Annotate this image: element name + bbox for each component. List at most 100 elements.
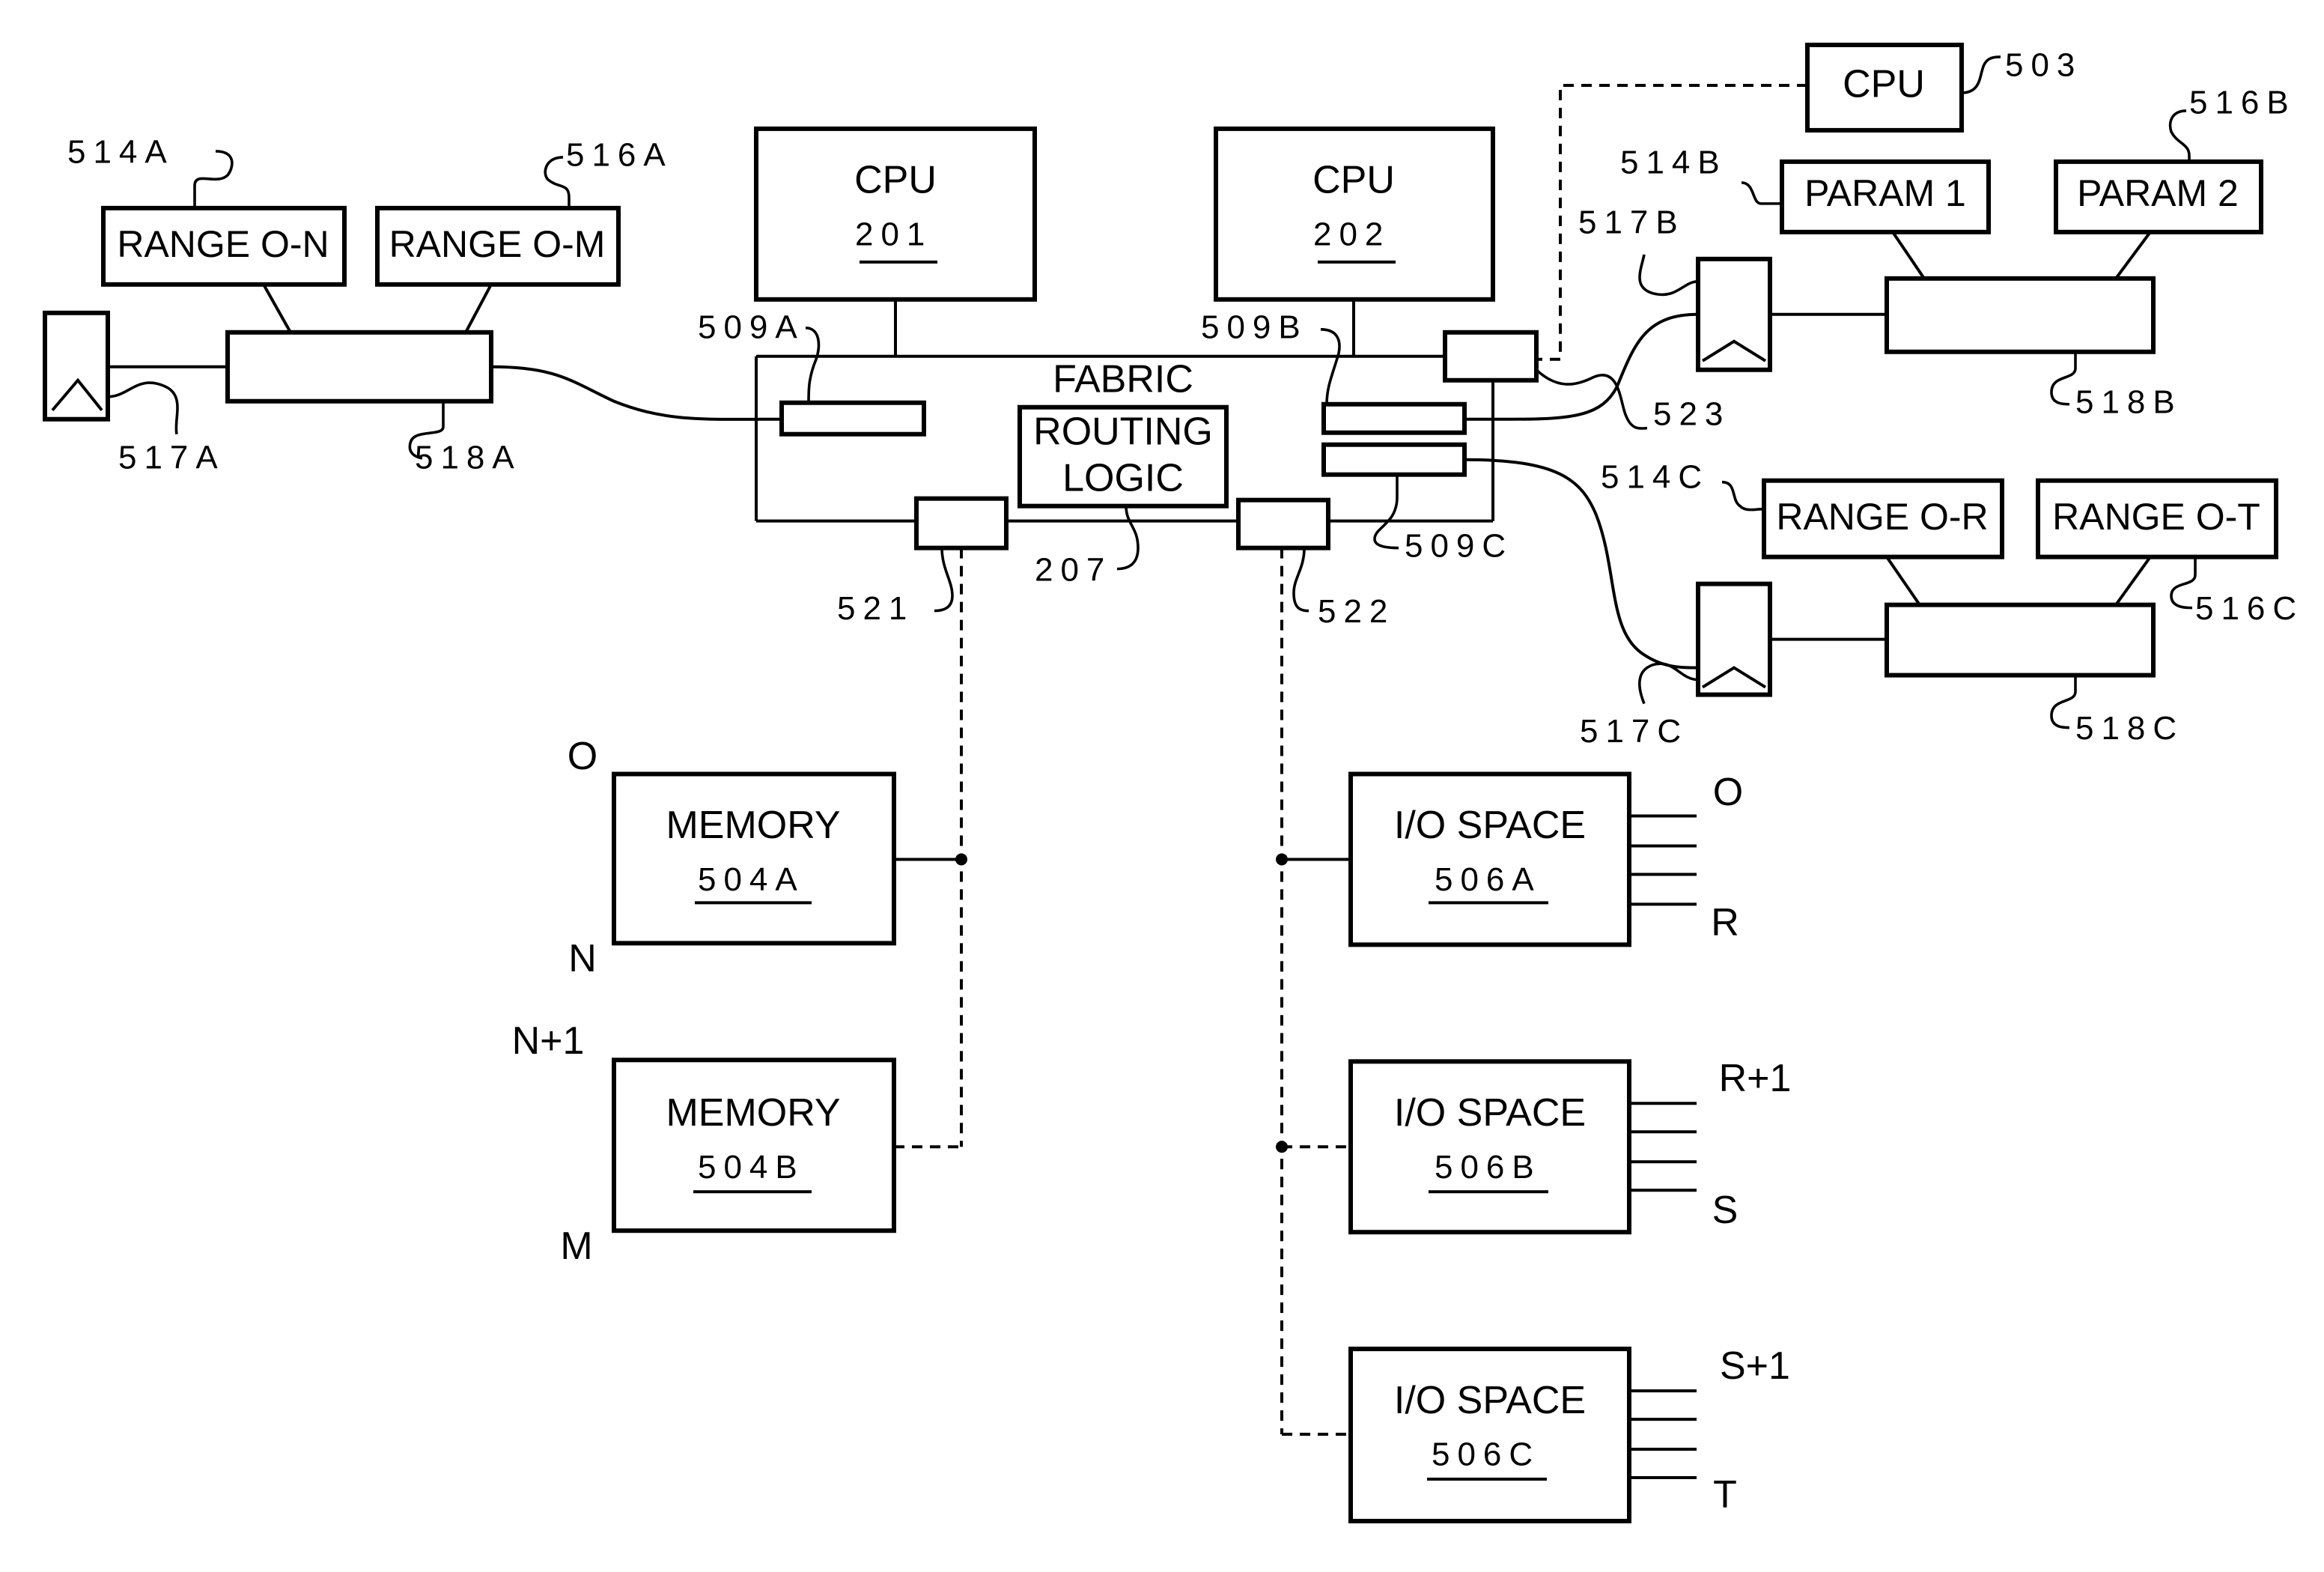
io-506a-range-start: O (1713, 771, 1743, 814)
group-c: RANGE O-R RANGE O-T 514C 516C 517C 518C (1580, 458, 2304, 750)
ref-517b: 517B (1578, 204, 1685, 240)
table-518b (1885, 276, 2156, 354)
ref-516b: 516B (2189, 85, 2296, 121)
ref-514b: 514B (1620, 145, 1727, 181)
memory-bus (894, 547, 967, 1149)
leader-514c (1721, 480, 1765, 512)
leader-207 (1116, 506, 1140, 571)
cpu-201-ref: 201 (855, 216, 932, 252)
io-space-506a: I/O SPACE 506A O R (1348, 771, 1743, 947)
ref-509b: 509B (1201, 309, 1308, 345)
cpu-202-box (1214, 126, 1495, 302)
io-506c-range-end: T (1713, 1473, 1737, 1517)
io-bus (1276, 547, 1351, 1436)
param-514a-label: RANGE O-N (117, 223, 329, 265)
io-506b-address-lines (1629, 1102, 1697, 1192)
io-506b-title: I/O SPACE (1394, 1091, 1586, 1135)
ref-516a: 516A (566, 137, 673, 174)
ref-517c: 517C (1580, 713, 1688, 750)
leader-509c (1373, 474, 1399, 550)
leader-514b (1741, 181, 1782, 205)
ref-509a: 509A (698, 309, 805, 345)
ref-207: 207 (1035, 551, 1112, 588)
cpu-201-title: CPU (854, 159, 937, 202)
ref-517a: 517A (118, 439, 225, 476)
io-506c-title: I/O SPACE (1394, 1379, 1586, 1422)
port-509a (779, 400, 926, 437)
memory-504b-box (612, 1057, 896, 1233)
group-b: PARAM 1 PARAM 2 514B 516B 517B 518B (1578, 85, 2296, 421)
port-509b (1321, 401, 1467, 435)
param-514b-label: PARAM 1 (1804, 172, 1966, 214)
ref-514c: 514C (1601, 458, 1709, 495)
device-517a (43, 310, 110, 422)
leader-517b (1638, 254, 1699, 297)
io-506c-address-lines (1629, 1389, 1697, 1480)
port-521 (914, 496, 1009, 550)
link-516a-518a (464, 283, 493, 333)
io-506a-range-end: R (1711, 901, 1739, 944)
memory-504a-range-end: N (568, 937, 597, 980)
link-516b-518b (2114, 231, 2152, 280)
memory-504b-ref: 504B (698, 1149, 805, 1186)
memory-504b-range-start: N+1 (512, 1019, 585, 1063)
ref-518b: 518B (2075, 383, 2182, 420)
ref-503: 503 (2005, 47, 2082, 84)
leader-516c (2170, 556, 2197, 610)
memory-504b-title: MEMORY (666, 1091, 841, 1135)
param-514c-label: RANGE O-R (1776, 496, 1988, 538)
io-506c-box (1348, 1347, 1631, 1524)
io-506c-range-start: S+1 (1720, 1344, 1790, 1388)
link-516c-518c (2114, 556, 2152, 606)
ref-514a: 514A (67, 134, 174, 171)
routing-logic-line1: ROUTING (1033, 410, 1213, 453)
port-522 (1236, 497, 1330, 550)
io-space-506c: I/O SPACE 506C S+1 T (1348, 1344, 1790, 1524)
link-514a-518a (262, 283, 292, 333)
device-517c (1696, 581, 1772, 697)
io-506b-ref: 506B (1435, 1149, 1542, 1186)
leader-503 (1961, 55, 2001, 94)
io-junction-dot-b (1276, 1141, 1288, 1153)
ref-509c: 509C (1405, 527, 1513, 564)
param-516a-label: RANGE O-M (389, 223, 606, 265)
leader-521 (934, 547, 954, 613)
leader-509a (805, 326, 821, 403)
leader-509b (1320, 327, 1341, 404)
ref-522: 522 (1318, 593, 1395, 630)
memory-504b-range-end: M (560, 1224, 592, 1268)
ref-523: 523 (1653, 395, 1730, 432)
io-506b-range-start: R+1 (1719, 1057, 1792, 1100)
device-517b (1696, 256, 1772, 372)
ref-518c: 518C (2075, 710, 2184, 747)
io-506b-box (1348, 1059, 1631, 1235)
param-516c-label: RANGE O-T (2052, 496, 2260, 538)
port-509c (1321, 442, 1467, 477)
memory-504a-ref: 504A (698, 861, 805, 898)
link-514b-518b (1891, 231, 1926, 279)
group-a: RANGE O-N RANGE O-M 514A 516A 517A 518A (43, 134, 782, 476)
cpu-503-title: CPU (1843, 63, 1925, 106)
leader-518c (2050, 675, 2077, 729)
fabric: FABRIC ROUTING LOGIC 207 509A 509B 509C … (698, 309, 1730, 630)
ref-516c: 516C (2195, 590, 2304, 627)
cpu-202-ref: 202 (1313, 216, 1390, 252)
cpu-201-box (754, 126, 1037, 302)
io-506a-ref: 506A (1435, 861, 1542, 898)
table-518a (225, 330, 493, 404)
ref-518a: 518A (415, 439, 522, 476)
leader-517c (1638, 662, 1699, 705)
io-space-506b: I/O SPACE 506B R+1 S (1348, 1057, 1792, 1235)
memory-504a-range-start: O (568, 735, 597, 778)
system-diagram: RANGE O-N RANGE O-M 514A 516A 517A 518A … (43, 42, 2304, 1524)
port-523 (1443, 330, 1539, 383)
memory-504a: MEMORY 504A O N (568, 735, 896, 980)
leader-518b (2050, 351, 2077, 406)
leader-516b (2168, 109, 2191, 162)
link-518a-509a (490, 365, 782, 421)
io-506b-range-end: S (1712, 1189, 1739, 1232)
param-516b-label: PARAM 2 (2077, 172, 2239, 214)
memory-junction-dot (955, 853, 967, 866)
io-junction-dot-a (1276, 853, 1288, 866)
io-506c-ref: 506C (1432, 1436, 1540, 1473)
